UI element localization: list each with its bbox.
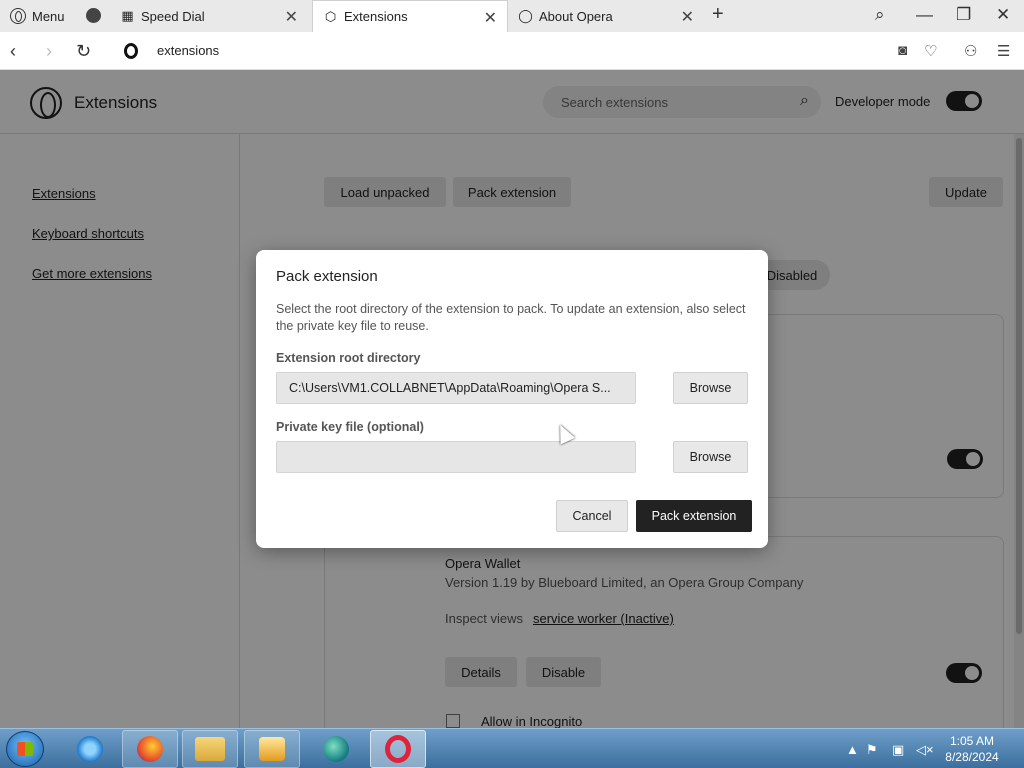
dialog-description: Select the root directory of the extensi… [276, 302, 746, 333]
camera-icon[interactable]: ◙ [898, 42, 907, 59]
account-icon[interactable]: ⚇ [964, 42, 977, 60]
tab-extensions[interactable]: ⬡ Extensions ✕ [312, 0, 508, 32]
close-window-icon[interactable]: ✕ [996, 5, 1010, 25]
address-bar: ‹ › ↻ extensions ◙ ♡ ⚇ ☰ [0, 32, 1024, 70]
reload-icon[interactable]: ↻ [76, 41, 91, 62]
cube-icon: ⬡ [324, 8, 337, 24]
pack-extension-dialog: Pack extension Select the root directory… [256, 250, 768, 548]
tab-speed-dial[interactable]: ▦ Speed Dial ✕ [110, 0, 308, 32]
grid-icon: ▦ [121, 8, 134, 23]
tab-about-opera[interactable]: ◯ About Opera ✕ [508, 0, 704, 32]
tab-label: Extensions [344, 9, 408, 24]
file-explorer-icon[interactable] [182, 730, 238, 768]
clock-time[interactable]: 1:05 AM [942, 734, 1002, 748]
restore-icon[interactable]: ❐ [956, 5, 971, 25]
browse-root-button[interactable]: Browse [673, 372, 748, 404]
search-tabs-icon[interactable]: ⌕ [875, 5, 885, 25]
heart-icon[interactable]: ♡ [924, 42, 937, 60]
root-directory-label: Extension root directory [276, 351, 421, 365]
minimize-icon[interactable]: — [916, 5, 933, 25]
forward-icon[interactable]: › [46, 41, 52, 62]
close-icon[interactable]: ✕ [285, 7, 298, 27]
new-tab-icon[interactable]: + [712, 3, 724, 26]
action-center-flag-icon[interactable]: ⚑ [866, 742, 878, 758]
start-button[interactable] [6, 731, 44, 767]
tab-label: About Opera [539, 8, 613, 24]
cancel-button[interactable]: Cancel [556, 500, 628, 532]
opera-icon: ◯ [518, 8, 533, 23]
browse-key-button[interactable]: Browse [673, 441, 748, 473]
windows-taskbar: ▲ ⚑ ▣ ◁× 1:05 AM 8/28/2024 [0, 728, 1024, 768]
back-icon[interactable]: ‹ [10, 41, 16, 62]
tab-label: Speed Dial [141, 8, 205, 24]
edge-icon[interactable] [308, 730, 364, 768]
private-key-input[interactable] [276, 441, 636, 473]
media-player-icon[interactable] [244, 730, 300, 768]
easy-setup-icon[interactable]: ☰ [997, 42, 1010, 60]
menu-button[interactable]: Menu [0, 0, 76, 32]
close-icon[interactable]: ✕ [484, 8, 497, 28]
clock-date[interactable]: 8/28/2024 [942, 750, 1002, 764]
network-icon[interactable]: ▣ [892, 742, 904, 758]
site-opera-icon [124, 43, 138, 59]
private-key-label: Private key file (optional) [276, 420, 424, 434]
dialog-title: Pack extension [276, 268, 378, 285]
root-directory-input[interactable]: C:\Users\VM1.COLLABNET\AppData\Roaming\O… [276, 372, 636, 404]
menu-label: Menu [32, 8, 65, 24]
pack-extension-confirm-button[interactable]: Pack extension [636, 500, 752, 532]
firefox-icon[interactable] [122, 730, 178, 768]
volume-muted-icon[interactable]: ◁× [916, 742, 934, 758]
opera-icon[interactable] [370, 730, 426, 768]
opera-logo-icon [10, 8, 26, 24]
globe-icon[interactable] [86, 8, 101, 23]
internet-explorer-icon[interactable] [62, 730, 118, 768]
close-icon[interactable]: ✕ [681, 7, 694, 27]
tab-strip: Menu ▦ Speed Dial ✕ ⬡ Extensions ✕ ◯ Abo… [0, 0, 1024, 32]
show-hidden-icons-icon[interactable]: ▲ [846, 742, 859, 757]
url-field[interactable]: extensions [157, 43, 219, 58]
